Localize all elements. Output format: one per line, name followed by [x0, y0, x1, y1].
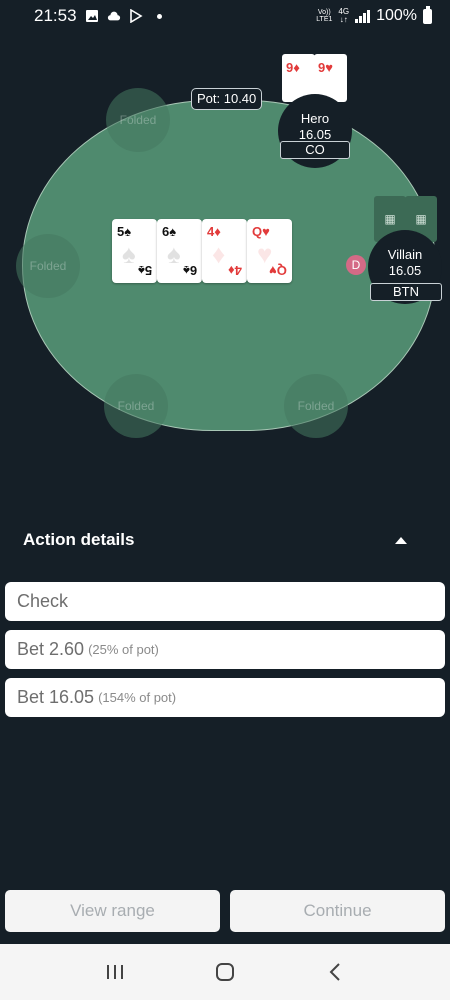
system-nav-bar [0, 944, 450, 1000]
empty-seat-left: Folded [16, 234, 80, 298]
folded-label: Folded [297, 399, 335, 413]
empty-seat-bottom-right: Folded [284, 374, 348, 438]
collapse-caret-icon[interactable] [395, 536, 407, 544]
board-card: 5♠ ♠ 5♠ [112, 219, 157, 283]
view-range-button[interactable]: View range [5, 890, 220, 932]
option-note: (25% of pot) [88, 642, 159, 657]
volte-icon: Vo)) LTE1 [316, 9, 332, 23]
signal-icon [355, 9, 371, 23]
volte-bottom: LTE1 [316, 16, 333, 23]
recent-apps-icon[interactable] [103, 960, 127, 984]
board-card: 6♠ ♠ 6♠ [157, 219, 202, 283]
empty-seat-top-left: Folded [106, 88, 170, 152]
option-label: Check [17, 591, 69, 611]
battery-icon [423, 5, 432, 24]
action-details-title: Action details [23, 530, 135, 549]
villain-name: Villain [387, 247, 423, 262]
status-bar: 21:53 Vo)) LTE1 4G ↓↑ 100% [0, 0, 450, 32]
dealer-button-icon: D [346, 255, 366, 275]
gallery-icon [85, 10, 98, 22]
volte-top: Vo)) [317, 9, 331, 16]
clock: 21:53 [34, 6, 77, 25]
villain-position-badge: BTN [370, 283, 442, 301]
continue-button[interactable]: Continue [230, 890, 445, 932]
status-right: Vo)) LTE1 4G ↓↑ 100% [316, 5, 432, 25]
battery-percent: 100% [376, 7, 417, 24]
network-arrows: ↓↑ [339, 15, 348, 24]
option-label: Bet 2.60 [17, 639, 85, 659]
hero-name: Hero [300, 111, 330, 126]
board-card: 4♦ ♦ 4♦ [202, 219, 247, 283]
villain-stack: 16.05 [388, 263, 422, 278]
notification-dot-icon [156, 13, 162, 19]
status-left: 21:53 [34, 6, 162, 26]
action-details-header[interactable]: Action details [23, 528, 413, 552]
back-icon[interactable] [323, 960, 347, 984]
empty-seat-bottom-left: Folded [104, 374, 168, 438]
play-store-icon [129, 9, 143, 23]
folded-label: Folded [117, 399, 155, 413]
home-icon[interactable] [213, 960, 237, 984]
folded-label: Folded [119, 113, 157, 127]
action-option-check[interactable]: Check [5, 582, 445, 621]
folded-label: Folded [29, 259, 67, 273]
cloud-icon [107, 11, 120, 21]
action-option-bet-allin[interactable]: Bet 16.05 (154% of pot) [5, 678, 445, 717]
pot-badge: Pot: 10.40 [191, 88, 263, 110]
hero-position-badge: CO [280, 141, 350, 159]
poker-table: Folded Folded Folded Folded Pot: 10.40 5… [0, 30, 450, 510]
option-note: (154% of pot) [98, 690, 177, 705]
board-card: Q♥ ♥ Q♥ [247, 219, 292, 283]
option-label: Bet 16.05 [17, 687, 95, 707]
network-type-icon: 4G ↓↑ [338, 8, 349, 24]
action-option-bet-small[interactable]: Bet 2.60 (25% of pot) [5, 630, 445, 669]
